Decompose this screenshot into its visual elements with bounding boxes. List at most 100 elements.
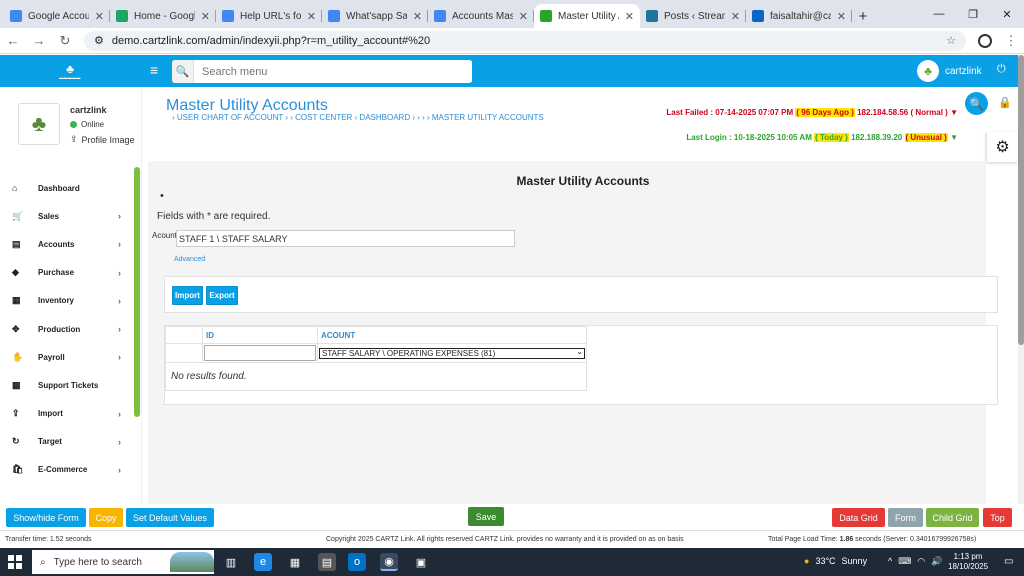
show-hide-form-button[interactable]: Show/hide Form [6, 508, 86, 527]
task-view-icon[interactable]: ▥ [222, 553, 240, 571]
tab-close-icon[interactable]: ✕ [413, 10, 422, 23]
sidebar-item-label: Payroll [38, 352, 65, 362]
url-bar[interactable]: ⚙ demo.cartzlink.com/admin/indexyii.php?… [84, 30, 966, 51]
restore-icon[interactable]: ❐ [956, 0, 990, 28]
tab-close-icon[interactable]: ✕ [307, 10, 316, 23]
file-explorer-icon[interactable]: ▤ [318, 553, 336, 571]
new-tab-button[interactable]: + [852, 4, 874, 28]
child-grid-button[interactable]: Child Grid [926, 508, 979, 527]
grid-header-id[interactable]: ID [202, 326, 318, 344]
reload-icon[interactable]: ↻ [58, 33, 72, 49]
edge-icon[interactable]: e [254, 553, 272, 571]
data-grid-button[interactable]: Data Grid [832, 508, 885, 527]
network-icon[interactable]: ◠ [917, 556, 925, 567]
browser-tab[interactable]: Master Utility Acc ✕ [534, 4, 640, 28]
forward-icon[interactable]: → [32, 33, 46, 48]
sidebar-item-label: Support Tickets [38, 380, 99, 390]
app-icon[interactable]: ▣ [412, 553, 430, 571]
windows-start-icon[interactable] [8, 555, 22, 569]
online-dot-icon [70, 121, 77, 128]
volume-icon[interactable]: 🔊 [931, 556, 942, 567]
profile-image-link[interactable]: ⇪ Profile Image [70, 134, 135, 145]
account-input[interactable] [176, 230, 515, 247]
hamburger-menu-icon[interactable]: ≡ [150, 62, 158, 78]
sidebar-scrollbar[interactable] [134, 167, 140, 417]
sidebar-item-payroll[interactable]: ✋ Payroll › [0, 343, 134, 371]
chevron-up-icon[interactable]: ^ [888, 556, 892, 567]
temperature: 33°C [815, 556, 836, 566]
sidebar-item-dashboard[interactable]: ⌂ Dashboard [0, 174, 134, 202]
save-button[interactable]: Save [468, 507, 504, 526]
profile-block: ♣ cartzlink Online ⇪ Profile Image [18, 103, 135, 145]
form-button[interactable]: Form [888, 508, 923, 527]
gear-icon[interactable]: ⚙ [987, 132, 1018, 162]
close-window-icon[interactable]: ✕ [990, 0, 1024, 28]
browser-tab[interactable]: Home - Google Dr ✕ [110, 4, 216, 28]
store-icon[interactable]: ▦ [286, 553, 304, 571]
browser-tab[interactable]: Posts ‹ Streamline ✕ [640, 4, 746, 28]
sidebar-item-label: Purchase [38, 268, 75, 278]
tab-close-icon[interactable]: ✕ [837, 10, 846, 23]
power-icon[interactable]: ⏻ [997, 63, 1006, 76]
browser-tab[interactable]: Accounts Master ✕ [428, 4, 534, 28]
user-menu[interactable]: ♣ cartzlink [917, 60, 982, 82]
tab-close-icon[interactable]: ✕ [731, 10, 740, 23]
import-button[interactable]: Import [172, 286, 203, 305]
chrome-icon[interactable]: ◉ [380, 553, 398, 571]
sidebar-item-sales[interactable]: 🛒 Sales › [0, 202, 134, 230]
required-note: Fields with * are required. [157, 211, 271, 222]
tab-favicon-icon [116, 10, 128, 22]
browser-tab[interactable]: faisaltahir@cartzl ✕ [746, 4, 852, 28]
id-filter-input[interactable] [204, 345, 316, 361]
tree-logo-icon: ♣ [66, 61, 74, 76]
tab-close-icon[interactable]: ✕ [625, 10, 634, 23]
magnifier-icon[interactable]: 🔍 [965, 92, 988, 115]
chevron-down-icon: ⌄ [576, 347, 583, 356]
sidebar-item-purchase[interactable]: ◆ Purchase › [0, 259, 134, 287]
sidebar-item-accounts[interactable]: ▤ Accounts › [0, 230, 134, 258]
site-info-icon[interactable]: ⚙ [94, 34, 104, 47]
tab-close-icon[interactable]: ✕ [201, 10, 210, 23]
sidebar-item-target[interactable]: ↻ Target › [0, 428, 134, 456]
browser-tab[interactable]: What'sapp Sales M ✕ [322, 4, 428, 28]
minimize-icon[interactable]: — [922, 0, 956, 28]
bookmark-star-icon[interactable]: ☆ [946, 34, 956, 47]
menu-search-input[interactable] [194, 61, 472, 82]
chevron-right-icon: › [118, 408, 121, 419]
browser-profile-icon[interactable] [978, 33, 992, 48]
content-panel: Master Utility Accounts • Fields with * … [148, 161, 998, 504]
taskbar-search[interactable]: ⌕ Type here to search [32, 550, 214, 574]
breadcrumb[interactable]: › USER CHART OF ACCOUNT › › COST CENTER … [172, 113, 544, 122]
page-scrollbar[interactable] [1018, 55, 1024, 504]
tab-close-icon[interactable]: ✕ [519, 10, 528, 23]
top-button[interactable]: Top [983, 508, 1012, 527]
browser-tab[interactable]: Google Accounts ✕ [4, 4, 110, 28]
keyboard-icon[interactable]: ⌨ [898, 556, 911, 567]
copyright-text: Copyright 2025 CARTZ Link. All rights re… [326, 536, 684, 543]
back-icon[interactable]: ← [6, 33, 20, 48]
tab-close-icon[interactable]: ✕ [95, 10, 104, 23]
lock-icon[interactable]: 🔒 [998, 96, 1012, 109]
sidebar-item-support-tickets[interactable]: ▩ Support Tickets [0, 371, 134, 399]
sidebar-item-production[interactable]: ✥ Production › [0, 315, 134, 343]
app-logo[interactable]: ♣ ▬▬▬▬▬ [52, 60, 88, 82]
sidebar-item-inventory[interactable]: ▦ Inventory › [0, 287, 134, 315]
export-button[interactable]: Export [206, 286, 238, 305]
page-scrollbar-thumb[interactable] [1018, 55, 1024, 345]
set-default-values-button[interactable]: Set Default Values [126, 508, 214, 527]
taskbar-clock[interactable]: 1:13 pm 18/10/2025 [948, 552, 988, 572]
account-filter-select[interactable]: STAFF SALARY \ OPERATING EXPENSES (81) ⌄ [319, 347, 585, 359]
weather-text: Sunny [841, 556, 868, 566]
advanced-link[interactable]: Advanced [174, 256, 205, 263]
weather-widget[interactable]: ● 33°C Sunny [804, 556, 867, 566]
sidebar-item-e-commerce[interactable]: 🛍 E-Commerce › [0, 456, 134, 484]
search-icon[interactable]: 🔍 [172, 60, 194, 83]
copy-button[interactable]: Copy [89, 508, 123, 527]
load-time-suffix: seconds (Server: 0.34016799926758s) [853, 536, 977, 543]
grid-header-account[interactable]: ACOUNT [317, 326, 587, 344]
outlook-icon[interactable]: o [348, 553, 366, 571]
notification-icon[interactable]: ▭ [1004, 556, 1013, 567]
browser-menu-icon[interactable]: ⋮ [1004, 33, 1018, 49]
browser-tab[interactable]: Help URL's for ER ✕ [216, 4, 322, 28]
sidebar-item-import[interactable]: ⇪ Import › [0, 400, 134, 428]
